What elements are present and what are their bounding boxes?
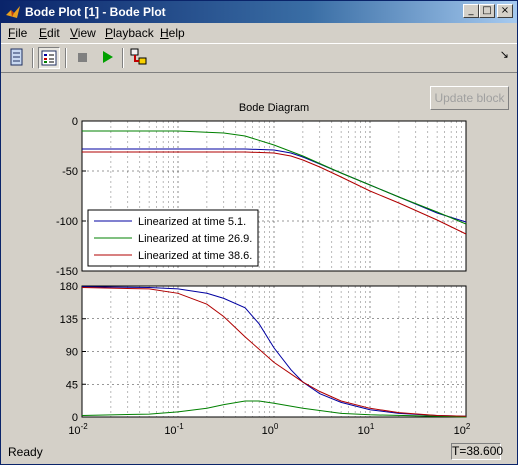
menu-edit[interactable]: Edit [39, 26, 60, 40]
highlight-block-button[interactable] [129, 47, 151, 69]
matlab-logo-icon [6, 6, 20, 18]
play-icon [103, 51, 113, 63]
window-title: Bode Plot [1] - Bode Plot [25, 5, 166, 19]
close-icon: × [500, 5, 510, 16]
phase-tick-label: 0 [72, 412, 78, 424]
phase-tick-label: 135 [60, 314, 78, 326]
stop-button[interactable] [72, 47, 94, 69]
maximize-icon: □ [482, 5, 492, 16]
bode-diagram[interactable]: Bode Diagram0-50-100-1501801359045010-2 1… [3, 73, 515, 439]
phase-tick-label: 45 [66, 379, 78, 391]
update-block-button[interactable]: Update block [430, 86, 509, 110]
legend-label: Linearized at time 5.1. [138, 216, 246, 228]
x-tick-label: 10-2 [68, 422, 88, 437]
simulation-time: T=38.600 [451, 443, 504, 460]
legend-toggle-icon [41, 50, 57, 66]
close-button[interactable]: × [497, 4, 513, 18]
legend-label: Linearized at time 26.9. [138, 233, 252, 245]
legend-toggle-button[interactable] [38, 47, 60, 69]
magnitude-tick-label: -100 [56, 216, 78, 228]
toolbar [1, 43, 517, 73]
chart-title: Bode Diagram [239, 102, 309, 114]
menu-playback[interactable]: Playback [105, 26, 154, 40]
x-tick-label: 100 [262, 422, 279, 437]
x-tick-label: 102 [454, 422, 471, 437]
toolbar-separator [122, 48, 124, 68]
minimize-icon: _ [468, 5, 474, 16]
magnitude-tick-label: -50 [62, 166, 78, 178]
toolbar-separator [65, 48, 67, 68]
menu-bar: File Edit View Playback Help ↘ [1, 23, 517, 61]
stop-icon [78, 53, 87, 62]
menu-file[interactable]: File [8, 26, 27, 40]
printer-panel-icon [10, 48, 23, 66]
minimize-button[interactable]: _ [463, 4, 479, 18]
title-bar[interactable]: Bode Plot [1] - Bode Plot _ □ × [1, 1, 517, 23]
phase-tick-label: 180 [60, 281, 78, 293]
status-bar: Ready T=38.600 [1, 439, 517, 463]
legend-label: Linearized at time 38.6. [138, 250, 252, 262]
magnitude-tick-label: 0 [72, 116, 78, 128]
magnitude-tick-label: -150 [56, 266, 78, 278]
maximize-button[interactable]: □ [479, 4, 495, 18]
menu-help[interactable]: Help [160, 26, 185, 40]
x-tick-label: 101 [358, 422, 375, 437]
toolbar-separator [32, 48, 34, 68]
link-block-icon [130, 48, 147, 65]
plot-area: Update block Bode Diagram 0 -50 -100 -150 180… [3, 73, 515, 439]
status-text: Ready [8, 445, 43, 459]
play-button[interactable] [97, 47, 119, 69]
menu-view[interactable]: View [70, 26, 96, 40]
print-panel-button[interactable] [6, 47, 28, 69]
bode-plot-window: Bode Plot [1] - Bode Plot _ □ × File Edi… [0, 0, 518, 465]
x-tick-label: 10-1 [164, 422, 184, 437]
phase-tick-label: 90 [66, 347, 78, 359]
